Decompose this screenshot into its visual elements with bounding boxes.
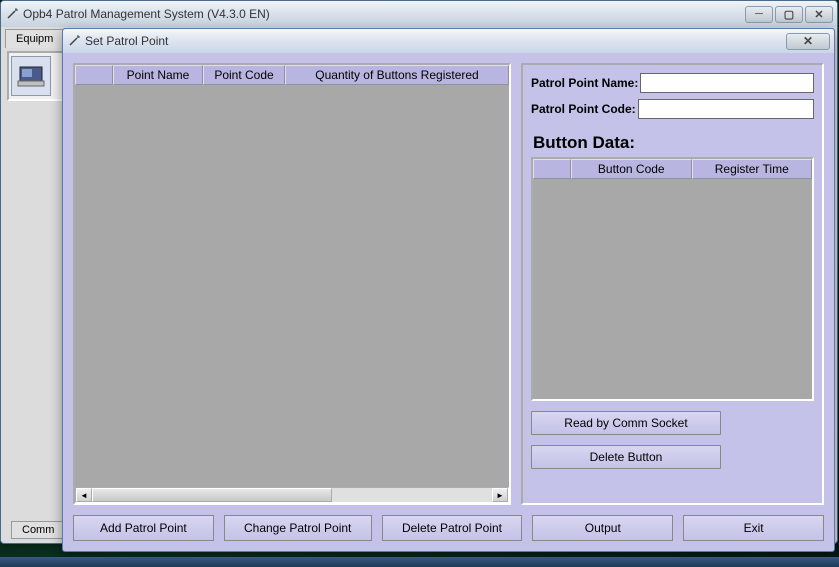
horizontal-scrollbar[interactable]: ◄ ► <box>75 487 509 503</box>
patrol-point-detail-panel: Patrol Point Name: Patrol Point Code: Bu… <box>521 63 824 505</box>
dialog-bottom-buttons: Add Patrol Point Change Patrol Point Del… <box>73 515 824 541</box>
patrol-point-code-label: Patrol Point Code: <box>531 102 636 116</box>
windows-taskbar[interactable] <box>0 557 839 567</box>
dialog-titlebar[interactable]: Set Patrol Point ✕ <box>63 29 834 53</box>
main-titlebar[interactable]: Opb4 Patrol Management System (V4.3.0 EN… <box>1 1 837 27</box>
patrol-point-code-input[interactable] <box>638 99 814 119</box>
output-button[interactable]: Output <box>532 515 673 541</box>
scroll-track[interactable] <box>92 488 492 502</box>
col-quantity[interactable]: Quantity of Buttons Registered <box>285 65 509 85</box>
set-patrol-point-dialog: Set Patrol Point ✕ Point Name Point Code… <box>62 28 835 552</box>
read-comm-socket-button[interactable]: Read by Comm Socket <box>531 411 721 435</box>
delete-patrol-point-button[interactable]: Delete Patrol Point <box>382 515 523 541</box>
patrol-points-grid[interactable]: Point Name Point Code Quantity of Button… <box>73 63 511 505</box>
main-title: Opb4 Patrol Management System (V4.3.0 EN… <box>23 7 745 21</box>
dialog-title: Set Patrol Point <box>85 34 786 48</box>
scroll-right-arrow[interactable]: ► <box>492 488 508 502</box>
exit-button[interactable]: Exit <box>683 515 824 541</box>
patrol-points-panel: Point Name Point Code Quantity of Button… <box>73 63 511 505</box>
change-patrol-point-button[interactable]: Change Patrol Point <box>224 515 372 541</box>
add-patrol-point-button[interactable]: Add Patrol Point <box>73 515 214 541</box>
minimize-button[interactable]: ─ <box>745 6 773 23</box>
grid-corner <box>75 65 113 85</box>
equipment-tab[interactable]: Equipm <box>5 29 64 48</box>
grid-body[interactable] <box>75 85 509 487</box>
patrol-point-name-label: Patrol Point Name: <box>531 76 638 90</box>
close-button[interactable]: ✕ <box>805 6 833 23</box>
small-grid-corner <box>533 159 571 179</box>
col-point-name[interactable]: Point Name <box>113 65 203 85</box>
toolbar-icon[interactable] <box>11 56 51 96</box>
button-data-grid[interactable]: Button Code Register Time <box>531 157 814 401</box>
col-button-code[interactable]: Button Code <box>571 159 692 179</box>
col-point-code[interactable]: Point Code <box>203 65 285 85</box>
scroll-thumb[interactable] <box>92 488 332 502</box>
bottom-tab-comm[interactable]: Comm <box>11 521 65 539</box>
app-icon <box>5 7 19 21</box>
delete-button-button[interactable]: Delete Button <box>531 445 721 469</box>
scroll-left-arrow[interactable]: ◄ <box>76 488 92 502</box>
patrol-point-name-input[interactable] <box>640 73 814 93</box>
col-register-time[interactable]: Register Time <box>692 159 813 179</box>
dialog-close-button[interactable]: ✕ <box>786 33 830 50</box>
maximize-button[interactable]: ▢ <box>775 6 803 23</box>
button-data-heading: Button Data: <box>533 133 812 153</box>
dialog-icon <box>67 34 81 48</box>
